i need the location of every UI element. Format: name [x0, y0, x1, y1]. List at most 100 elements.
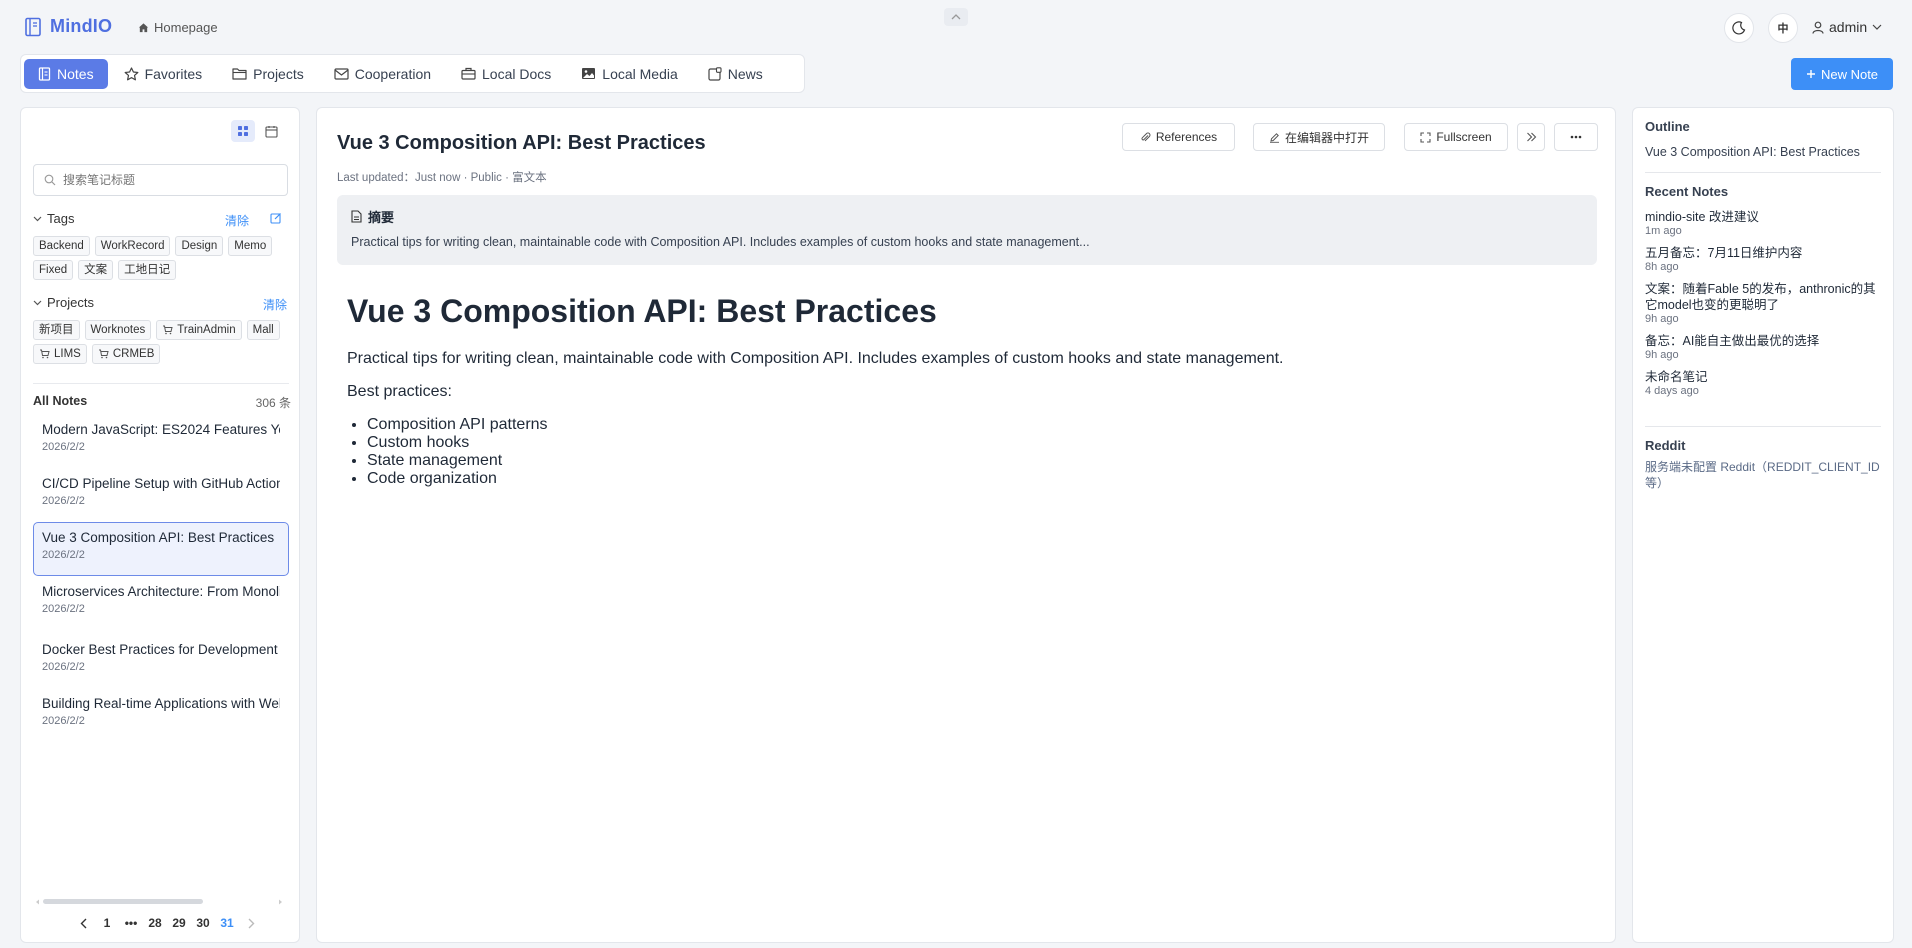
recent-note[interactable]: 未命名笔记 4 days ago: [1645, 369, 1881, 398]
tab-projects[interactable]: Projects: [218, 59, 318, 89]
page-ellipsis[interactable]: •••: [119, 916, 143, 930]
tab-local-media[interactable]: Local Media: [567, 59, 692, 89]
note-date: 2026/2/2: [42, 441, 85, 453]
projects-clear-link[interactable]: 清除: [263, 296, 287, 313]
cart-icon: [39, 349, 50, 359]
page-button-current[interactable]: 31: [215, 916, 239, 930]
view-toggle: [231, 120, 283, 142]
home-icon: [138, 22, 149, 33]
tag-item[interactable]: Memo: [228, 236, 273, 256]
page-button[interactable]: 28: [143, 916, 167, 930]
app-name: MindIO: [50, 16, 113, 36]
projects-section-toggle[interactable]: Projects: [33, 295, 94, 310]
list-item[interactable]: Docker Best Practices for Development 20…: [33, 634, 289, 688]
list-item-selected[interactable]: Vue 3 Composition API: Best Practices 20…: [33, 522, 289, 576]
open-in-editor-button[interactable]: 在编辑器中打开: [1253, 123, 1385, 151]
horizontal-scrollbar[interactable]: [35, 898, 283, 905]
document-icon: [351, 210, 362, 223]
tag-item[interactable]: 文案: [78, 260, 114, 280]
tab-local-docs[interactable]: Local Docs: [447, 59, 565, 89]
more-options-button[interactable]: [1554, 123, 1598, 151]
project-label: Mall: [252, 324, 274, 336]
tags-section-toggle[interactable]: Tags: [33, 211, 74, 226]
plus-icon: [1806, 69, 1816, 79]
project-label: CRMEB: [112, 348, 155, 360]
note-title: CI/CD Pipeline Setup with GitHub Actions: [42, 476, 280, 491]
tab-news[interactable]: News: [694, 59, 777, 89]
project-item[interactable]: LIMS: [33, 344, 87, 364]
search-input[interactable]: [63, 173, 263, 187]
references-button[interactable]: References: [1122, 123, 1235, 151]
recent-note-time: 8h ago: [1645, 261, 1679, 273]
collapse-header-button[interactable]: [944, 8, 968, 26]
fullscreen-button[interactable]: Fullscreen: [1404, 123, 1508, 151]
pen-icon: [1269, 132, 1280, 143]
calendar-icon: [264, 125, 278, 138]
page-button[interactable]: 1: [95, 916, 119, 930]
tag-list: Backend WorkRecord Design Memo Fixed 文案 …: [33, 236, 295, 280]
scroll-left-icon: [35, 899, 40, 905]
note-title: Docker Best Practices for Development: [42, 642, 278, 657]
app-logo[interactable]: MindIO: [24, 16, 112, 37]
mail-icon: [334, 67, 349, 80]
collapse-right-button[interactable]: [1517, 123, 1545, 151]
summary-header: 摘要: [351, 207, 1583, 226]
recent-note[interactable]: 五月备忘：7月11日维护内容 8h ago: [1645, 245, 1881, 274]
project-item[interactable]: TrainAdmin: [156, 320, 242, 340]
homepage-link[interactable]: Homepage: [138, 20, 218, 35]
tag-item[interactable]: 工地日记: [118, 260, 177, 280]
recent-note-title: 备忘：AI能自主做出最优的选择: [1645, 334, 1820, 348]
recent-notes-label: Recent Notes: [1645, 184, 1729, 199]
theme-toggle-button[interactable]: [1724, 13, 1754, 43]
tab-favorites[interactable]: Favorites: [110, 59, 217, 89]
calendar-view-button[interactable]: [259, 120, 283, 142]
page-button[interactable]: 29: [167, 916, 191, 930]
next-page-button[interactable]: [239, 918, 263, 929]
summary-box: 摘要 Practical tips for writing clean, mai…: [337, 195, 1597, 265]
homepage-label: Homepage: [154, 20, 218, 35]
project-item[interactable]: Worknotes: [84, 320, 152, 340]
search-icon: [44, 174, 56, 186]
page-button[interactable]: 30: [191, 916, 215, 930]
tag-item[interactable]: WorkRecord: [94, 236, 171, 256]
project-item[interactable]: Mall: [246, 320, 280, 340]
project-label: LIMS: [54, 348, 81, 360]
briefcase-icon: [461, 67, 476, 80]
project-item[interactable]: 新项目: [33, 320, 80, 340]
references-label: References: [1155, 130, 1218, 144]
list-item[interactable]: Building Real-time Applications with Web…: [33, 688, 289, 742]
recent-note[interactable]: mindio-site 改进建议 1m ago: [1645, 209, 1881, 238]
recent-note-title: 五月备忘：7月11日维护内容: [1645, 246, 1803, 260]
scrollbar-thumb[interactable]: [43, 899, 203, 904]
tag-item[interactable]: Backend: [33, 236, 90, 256]
language-toggle-button[interactable]: 中: [1768, 13, 1798, 43]
tab-label: Cooperation: [354, 65, 432, 82]
list-item[interactable]: Modern JavaScript: ES2024 Features You S…: [33, 414, 289, 468]
outline-item[interactable]: Vue 3 Composition API: Best Practices: [1645, 145, 1881, 159]
tab-notes[interactable]: Notes: [24, 58, 108, 89]
tag-item[interactable]: Design: [175, 236, 224, 256]
grid-view-button[interactable]: [231, 120, 255, 142]
recent-note[interactable]: 备忘：AI能自主做出最优的选择 9h ago: [1645, 333, 1881, 362]
recent-note-time: 9h ago: [1645, 313, 1679, 325]
tags-clear-link[interactable]: 清除: [225, 212, 249, 229]
notes-count: 306 条: [255, 396, 291, 410]
edit-tags-icon[interactable]: [270, 212, 282, 224]
pagination: 1 ••• 28 29 30 31: [71, 916, 263, 930]
recent-note[interactable]: 文案：随着Fable 5的发布，anthronic的其它model也变的更聪明了…: [1645, 281, 1881, 326]
list-item: Custom hooks: [367, 434, 1587, 452]
tab-cooperation[interactable]: Cooperation: [320, 59, 445, 89]
project-label: 新项目: [39, 324, 74, 336]
new-note-button[interactable]: New Note: [1791, 58, 1893, 90]
list-item[interactable]: Microservices Architecture: From Monolit…: [33, 576, 289, 634]
project-item[interactable]: CRMEB: [91, 344, 161, 364]
search-box: [33, 164, 288, 196]
content-heading: Vue 3 Composition API: Best Practices: [347, 293, 937, 329]
info-panel: Outline Vue 3 Composition API: Best Prac…: [1632, 107, 1894, 943]
more-icon: [1570, 135, 1582, 139]
user-menu[interactable]: admin: [1812, 19, 1882, 35]
list-item[interactable]: CI/CD Pipeline Setup with GitHub Actions…: [33, 468, 289, 522]
prev-page-button[interactable]: [71, 918, 95, 929]
recent-note-title: 未命名笔记: [1645, 370, 1708, 384]
tag-item[interactable]: Fixed: [33, 260, 74, 280]
